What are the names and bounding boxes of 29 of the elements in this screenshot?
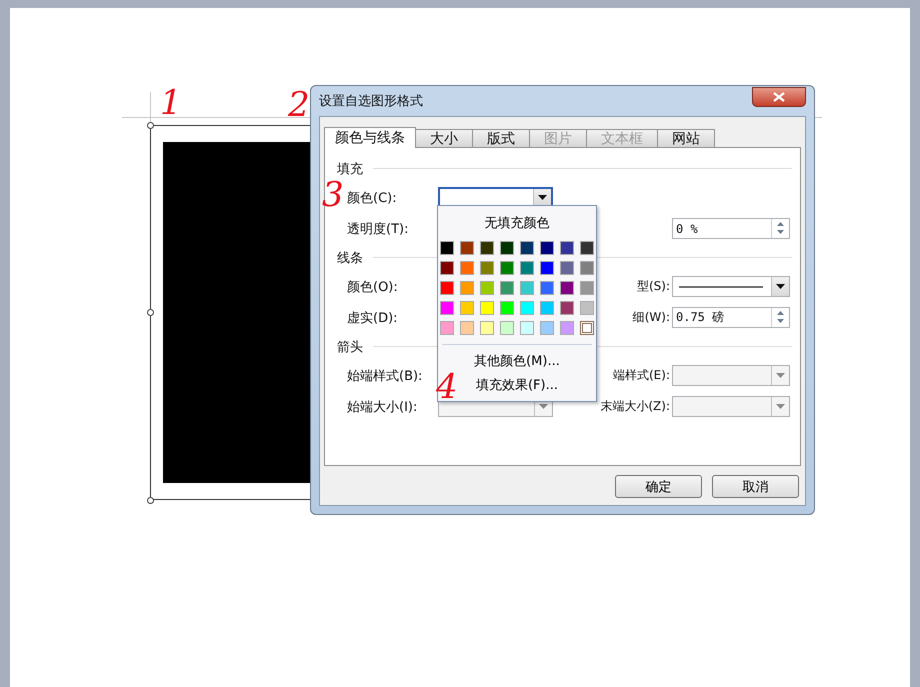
tab[interactable]: 颜色与线条: [324, 127, 416, 148]
tab[interactable]: 版式: [472, 129, 530, 148]
field-label: 端样式(E):: [613, 367, 671, 384]
field-label: 型(S):: [636, 278, 671, 295]
dialog-button[interactable]: 确定: [615, 475, 702, 498]
field-label: 细(W):: [632, 309, 671, 326]
dialog-button[interactable]: 取消: [712, 475, 799, 498]
section-heading: 线条: [337, 250, 363, 266]
menu-item[interactable]: 其他颜色(M)...: [466, 349, 568, 373]
handwritten-number: 1: [160, 86, 182, 120]
field-label: 始端样式(B):: [346, 368, 424, 384]
window-title: 设置自选图形格式: [319, 93, 423, 110]
tab[interactable]: 网站: [657, 129, 715, 148]
field-label: 颜色(O):: [346, 278, 399, 296]
handwritten-number: 4: [436, 370, 458, 404]
section-heading: 填充: [337, 160, 363, 178]
field-label: 颜色(C):: [346, 190, 398, 206]
field-label: 始端大小(I):: [346, 398, 418, 416]
spin-field[interactable]: 0.75 磅: [672, 307, 790, 328]
handwritten-number: 3: [322, 178, 344, 212]
field-label: 末端大小(Z):: [600, 398, 671, 415]
handwritten-number: 2: [288, 88, 310, 122]
no-fill-option[interactable]: 无填充颜色: [476, 212, 558, 234]
menu-item[interactable]: 填充效果(F)...: [468, 373, 566, 397]
field-label: 透明度(T):: [346, 220, 410, 238]
tab[interactable]: 大小: [415, 129, 473, 148]
section-heading: 箭头: [337, 338, 363, 356]
field-label: 虚实(D):: [346, 310, 399, 326]
spin-field[interactable]: 0 %: [672, 218, 790, 239]
